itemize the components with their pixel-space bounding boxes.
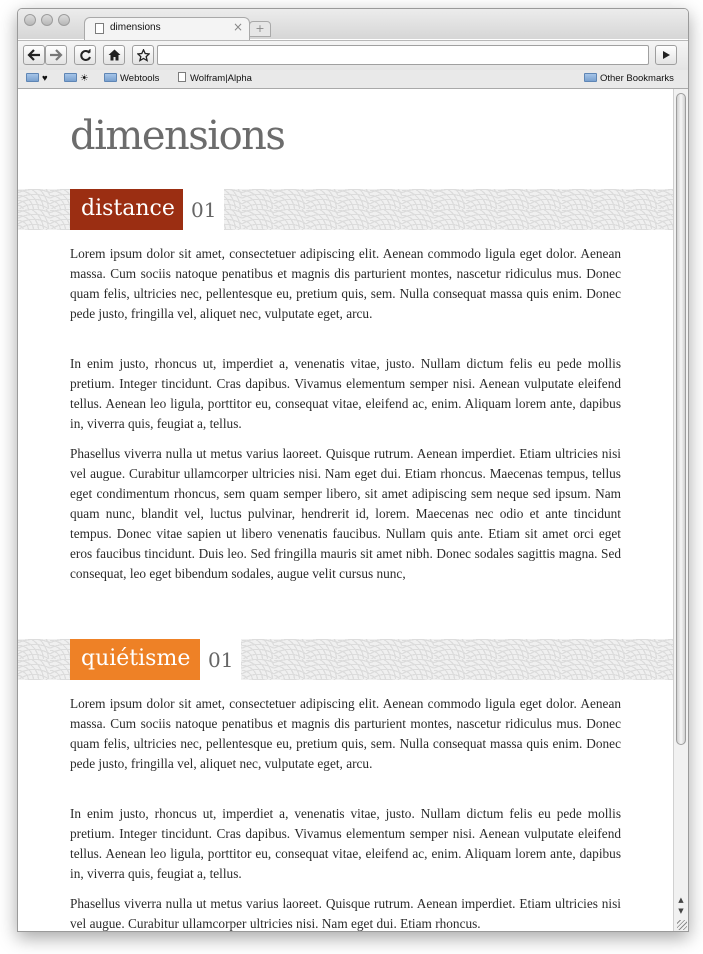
folder-icon (64, 73, 77, 82)
paragraph: Phasellus viverra nulla ut metus varius … (70, 896, 621, 931)
scrollbar-thumb[interactable] (676, 93, 686, 745)
toolbar (18, 40, 688, 71)
play-icon (663, 51, 670, 59)
paragraph: In enim justo, rhoncus ut, imperdiet a, … (70, 806, 621, 881)
bookmark-wolfram-alpha[interactable]: Wolfram|Alpha (178, 72, 252, 86)
star-icon (135, 48, 151, 62)
new-tab-button[interactable]: + (249, 21, 271, 37)
bookmark-label: Webtools (120, 73, 160, 84)
address-bar[interactable] (157, 45, 649, 65)
paragraph: Phasellus viverra nulla ut metus varius … (70, 446, 621, 581)
tab-title: dimensions (110, 22, 161, 33)
zoom-window-button[interactable] (58, 14, 70, 26)
close-tab-icon[interactable]: × (233, 20, 243, 34)
section-number: 01 (183, 189, 225, 230)
folder-icon (584, 73, 597, 82)
page-icon (95, 23, 104, 34)
scroll-up-arrow-icon[interactable]: ▲ (676, 895, 686, 905)
reload-icon (79, 48, 91, 61)
folder-icon (104, 73, 117, 82)
close-window-button[interactable] (24, 14, 36, 26)
bookmarks-bar: ♥ ☀ Webtools Wolfram|Alpha Other Bookmar… (18, 70, 688, 89)
bookmark-folder-heart[interactable]: ♥ (26, 72, 48, 86)
paragraph: In enim justo, rhoncus ut, imperdiet a, … (70, 356, 621, 431)
arrow-right-icon (50, 49, 63, 61)
title-bar: dimensions × + (18, 9, 688, 41)
arrow-left-icon (27, 49, 40, 61)
scroll-down-arrow-icon[interactable]: ▼ (676, 906, 686, 916)
home-button[interactable] (103, 45, 125, 65)
paragraph: Lorem ipsum dolor sit amet, consectetuer… (70, 696, 621, 771)
browser-window: dimensions × + ♥ ☀ Webtools Wolfram|Alph… (17, 8, 689, 932)
plus-icon: + (255, 22, 265, 35)
paragraph: Lorem ipsum dolor sit amet, consectetuer… (70, 246, 621, 321)
page-title: dimensions (70, 113, 286, 159)
home-icon (108, 49, 120, 61)
bookmark-label: Other Bookmarks (600, 73, 674, 84)
bookmark-label: ☀ (80, 73, 89, 84)
minimize-window-button[interactable] (41, 14, 53, 26)
go-button[interactable] (655, 45, 677, 65)
page-icon (178, 72, 186, 82)
folder-icon (26, 73, 39, 82)
section-label-distance: distance (70, 189, 183, 230)
reload-button[interactable] (74, 45, 96, 65)
bookmark-label: ♥ (42, 73, 48, 84)
bookmark-folder-webtools[interactable]: Webtools (104, 72, 159, 86)
resize-grip-icon[interactable] (677, 920, 687, 930)
bookmark-star-button[interactable] (132, 45, 154, 65)
section-label-quietisme: quiétisme (70, 639, 200, 680)
vertical-scrollbar[interactable]: ▲ ▼ (673, 89, 688, 931)
section-number: 01 (200, 639, 242, 680)
other-bookmarks[interactable]: Other Bookmarks (584, 72, 674, 86)
page-viewport: dimensions distance 01 Lorem ipsum dolor… (18, 89, 673, 931)
back-button[interactable] (23, 45, 45, 65)
tab-dimensions[interactable]: dimensions × (84, 17, 250, 41)
bookmark-folder-sun[interactable]: ☀ (64, 72, 89, 86)
forward-button[interactable] (45, 45, 67, 65)
bookmark-label: Wolfram|Alpha (190, 73, 252, 84)
